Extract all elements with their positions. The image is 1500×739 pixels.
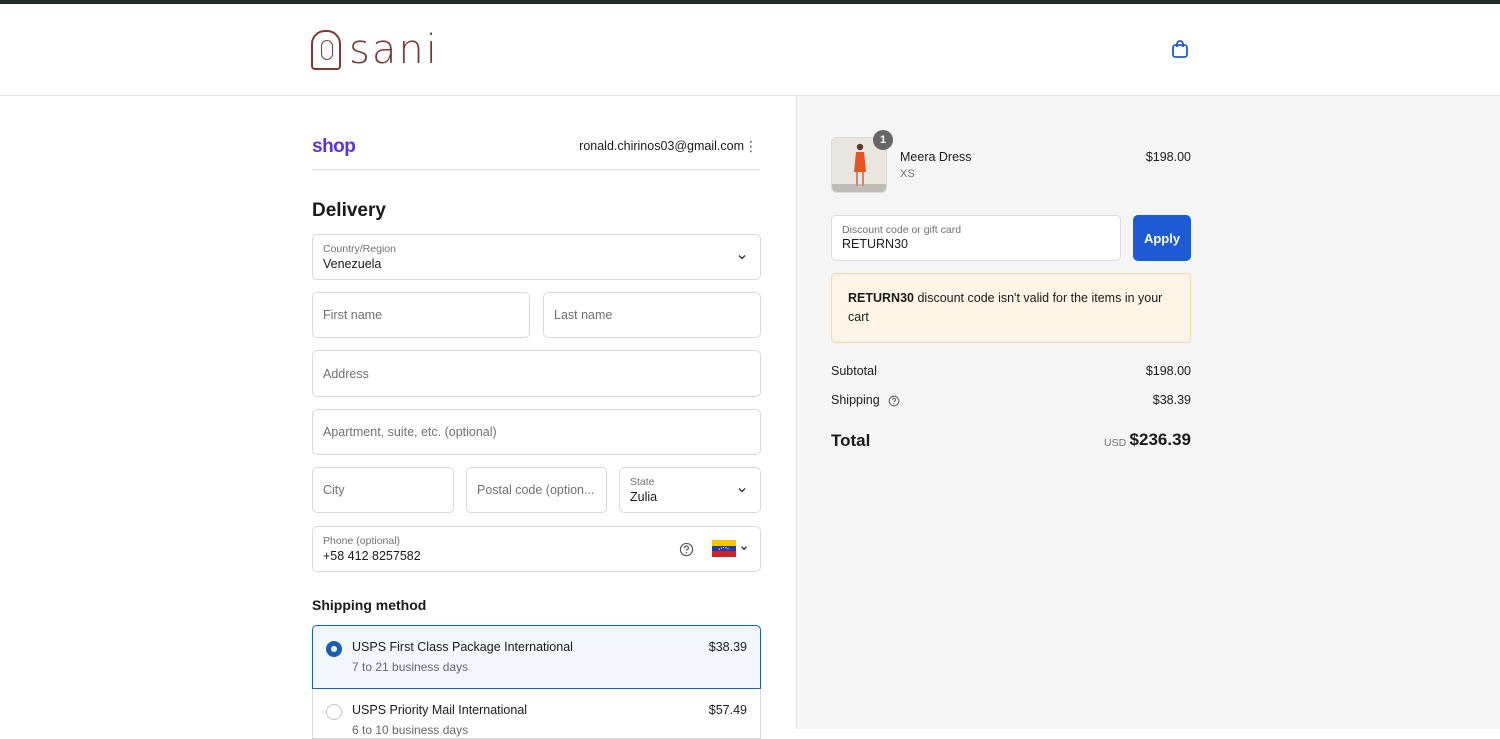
address-placeholder: Address <box>323 366 369 381</box>
help-circle-icon[interactable] <box>679 542 694 557</box>
country-label: Country/Region <box>323 243 396 255</box>
state-select[interactable]: State Zulia <box>619 467 761 513</box>
brand-logo-text: sani <box>349 27 439 73</box>
postal-code-placeholder: Postal code (option... <box>477 483 595 497</box>
last-name-placeholder: Last name <box>554 308 613 322</box>
address-field[interactable]: Address <box>312 350 761 397</box>
chevron-down-icon <box>738 488 746 493</box>
subtotal-label: Subtotal <box>831 364 877 378</box>
shipping-option-usps-first-class[interactable]: USPS First Class Package International 7… <box>312 625 761 689</box>
discount-code-label: Discount code or gift card <box>842 224 962 236</box>
state-value: Zulia <box>630 490 658 504</box>
discount-code-value: RETURN30 <box>842 237 908 251</box>
shipping-row: Shipping $38.39 <box>831 393 1191 407</box>
shop-account-row: shop ronald.chirinos03@gmail.com ⋮ <box>312 136 760 170</box>
shipping-option-price: $57.49 <box>708 703 747 717</box>
country-select[interactable]: Country/Region Venezuela <box>312 234 761 280</box>
chevron-down-icon <box>741 546 747 551</box>
shipping-option-usps-priority[interactable]: USPS Priority Mail International 6 to 10… <box>312 689 761 739</box>
state-label: State <box>630 476 655 488</box>
checkout-form-panel: shop ronald.chirinos03@gmail.com ⋮ Deliv… <box>0 96 796 739</box>
apartment-placeholder: Apartment, suite, etc. (optional) <box>323 425 497 439</box>
discount-warning-banner: RETURN30 discount code isn't valid for t… <box>831 273 1191 343</box>
shipping-option-name: USPS First Class Package International <box>352 640 573 654</box>
product-price: $198.00 <box>1145 150 1191 164</box>
last-name-field[interactable]: Last name <box>543 292 761 338</box>
help-circle-icon[interactable] <box>888 395 900 407</box>
shipping-option-eta: 7 to 21 business days <box>352 660 469 674</box>
subtotal-value: $198.00 <box>1145 364 1191 378</box>
brand-logo-mark-icon <box>311 30 341 70</box>
radio-button-selected[interactable] <box>326 641 342 657</box>
order-summary-panel: 1 Meera Dress XS $198.00 Discount code o… <box>796 96 1500 729</box>
subtotal-row: Subtotal $198.00 <box>831 364 1191 378</box>
more-options-icon[interactable]: ⋮ <box>744 138 758 155</box>
radio-button[interactable] <box>326 704 342 720</box>
chevron-down-icon <box>738 255 746 260</box>
delivery-heading: Delivery <box>312 200 386 221</box>
quantity-badge: 1 <box>873 130 893 150</box>
site-header: sani <box>0 4 1500 96</box>
shopping-bag-icon[interactable] <box>1170 39 1190 59</box>
venezuela-flag-icon <box>712 540 736 557</box>
first-name-placeholder: First name <box>323 308 383 322</box>
brand-logo[interactable]: sani <box>311 30 439 70</box>
shipping-method-heading: Shipping method <box>312 597 427 613</box>
apply-discount-button[interactable]: Apply <box>1133 215 1191 261</box>
first-name-field[interactable]: First name <box>312 292 530 338</box>
phone-value: +58 412 8257582 <box>323 549 421 563</box>
apartment-field[interactable]: Apartment, suite, etc. (optional) <box>312 409 761 455</box>
shop-pay-logo[interactable]: shop <box>312 136 356 158</box>
shipping-value: $38.39 <box>1152 393 1191 407</box>
total-currency: USD <box>1104 437 1127 449</box>
warning-code: RETURN30 <box>848 291 914 305</box>
product-variant: XS <box>900 168 915 180</box>
discount-code-field[interactable]: Discount code or gift card RETURN30 <box>831 215 1121 261</box>
account-email: ronald.chirinos03@gmail.com <box>579 139 744 153</box>
city-field[interactable]: City <box>312 467 454 513</box>
shipping-label: Shipping <box>831 393 880 407</box>
shipping-option-name: USPS Priority Mail International <box>352 703 528 717</box>
shipping-option-eta: 6 to 10 business days <box>352 723 469 737</box>
total-value: $236.39 <box>1129 430 1191 449</box>
country-value: Venezuela <box>323 257 382 271</box>
shipping-option-price: $38.39 <box>708 640 747 654</box>
phone-field[interactable]: Phone (optional) +58 412 8257582 <box>312 526 761 572</box>
total-label: Total <box>831 431 871 450</box>
product-name: Meera Dress <box>900 150 972 164</box>
postal-code-field[interactable]: Postal code (option... <box>466 467 607 513</box>
city-placeholder: City <box>323 483 345 497</box>
phone-label: Phone (optional) <box>323 535 401 547</box>
country-code-selector[interactable] <box>712 540 736 557</box>
